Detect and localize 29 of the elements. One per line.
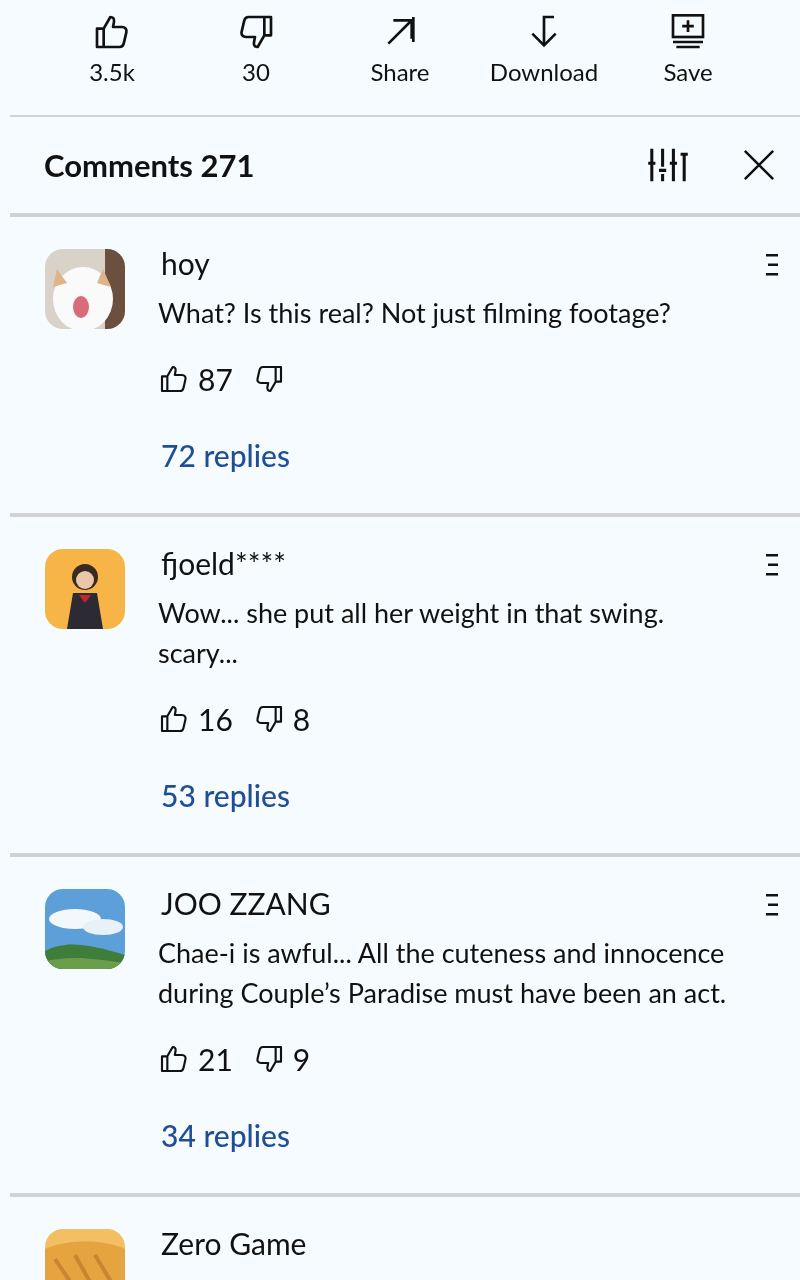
thumbs-up-icon: [158, 1043, 190, 1075]
like-button[interactable]: 3.5k: [40, 12, 184, 100]
share-button[interactable]: Share: [328, 12, 472, 100]
more-icon[interactable]: [764, 553, 780, 577]
comment-author[interactable]: Zero Game: [161, 1223, 780, 1263]
like-button[interactable]: 87: [158, 356, 233, 402]
thumbs-up-icon: [158, 363, 190, 395]
comment-text: Chae-i is awful... All the cuteness and innocence during Couple’s Paradise must have been an act.: [158, 935, 728, 1011]
replies-link[interactable]: 72 replies: [161, 435, 780, 475]
comments-title: Comments 271: [44, 144, 256, 186]
dislike-button[interactable]: 9: [252, 1036, 311, 1082]
thumbs-up-icon: [158, 703, 190, 735]
replies-link[interactable]: 34 replies: [161, 1115, 780, 1155]
comment-author[interactable]: fjoeld****: [161, 543, 764, 583]
replies-link[interactable]: 53 replies: [161, 775, 780, 815]
comment-author[interactable]: JOO ZZANG: [161, 883, 764, 923]
comment-text: Wow... she put all her weight in that swing. scary...: [158, 595, 666, 671]
more-icon[interactable]: [764, 893, 780, 917]
comment-text: What? Is this real? Not just filming footage?: [158, 295, 672, 331]
filter-icon[interactable]: [646, 147, 690, 183]
dislike-button[interactable]: 30: [184, 12, 328, 100]
like-button[interactable]: 21: [158, 1036, 233, 1082]
download-button[interactable]: Download: [472, 12, 616, 100]
like-button[interactable]: 16: [158, 696, 233, 742]
close-icon[interactable]: [742, 148, 776, 182]
dislike-button[interactable]: 8: [252, 696, 311, 742]
more-icon[interactable]: [764, 253, 780, 277]
save-button[interactable]: Save: [616, 12, 760, 100]
comment-author[interactable]: hoy: [161, 243, 764, 283]
